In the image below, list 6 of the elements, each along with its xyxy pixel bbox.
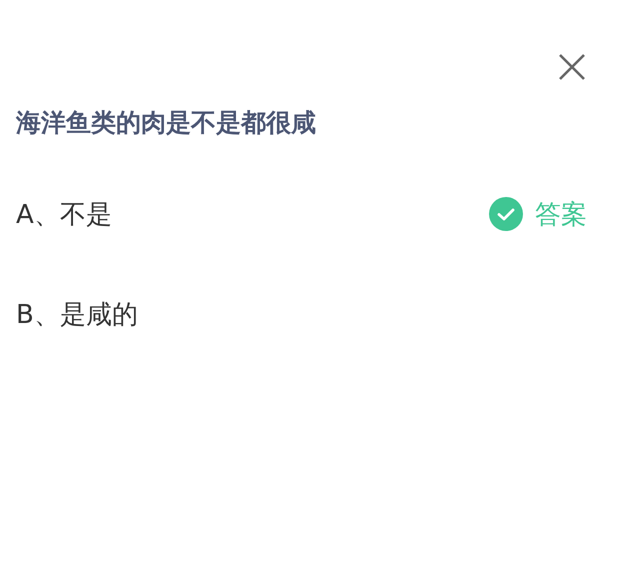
close-button[interactable] <box>557 52 587 82</box>
answer-label: 答案 <box>535 198 587 232</box>
option-text[interactable]: A、不是 <box>16 196 112 232</box>
close-icon <box>557 52 587 82</box>
option-text[interactable]: B、是咸的 <box>16 296 138 332</box>
question-text: 海洋鱼类的肉是不是都很咸 <box>16 108 317 138</box>
